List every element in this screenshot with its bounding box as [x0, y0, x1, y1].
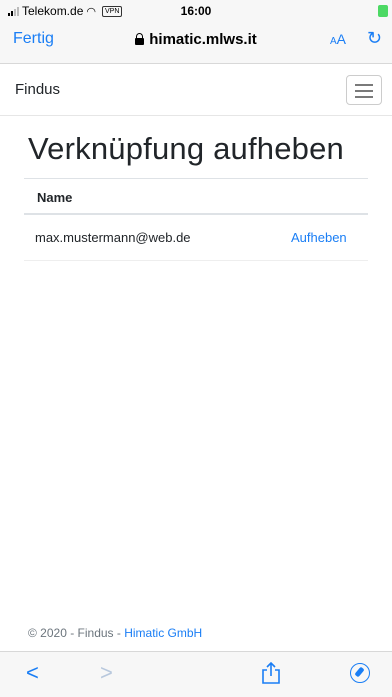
- hamburger-icon[interactable]: [346, 75, 382, 105]
- footer-link[interactable]: Himatic GmbH: [124, 626, 202, 640]
- text-size-button[interactable]: AA: [330, 31, 346, 47]
- table-header-name: Name: [24, 178, 368, 215]
- footer: © 2020 - Findus - Himatic GmbH: [28, 626, 202, 640]
- battery-icon: [378, 5, 388, 17]
- accounts-table: Name max.mustermann@web.de Aufheben: [24, 178, 368, 261]
- share-icon[interactable]: [260, 661, 282, 685]
- reload-icon[interactable]: ↻: [367, 28, 382, 49]
- back-icon[interactable]: <: [26, 660, 39, 686]
- unlink-button[interactable]: Aufheben: [291, 230, 347, 245]
- compass-icon[interactable]: [350, 663, 370, 683]
- status-bar: Telekom.de ◠ VPN 16:00: [0, 0, 392, 22]
- forward-icon[interactable]: >: [100, 660, 113, 686]
- table-row: max.mustermann@web.de Aufheben: [24, 215, 368, 261]
- account-email: max.mustermann@web.de: [35, 230, 191, 245]
- url-text: himatic.mlws.it: [149, 31, 257, 48]
- browser-top-bar: Fertig himatic.mlws.it AA ↻: [0, 22, 392, 64]
- browser-toolbar: < >: [0, 651, 392, 697]
- site-navbar: Findus: [0, 64, 392, 116]
- footer-text: © 2020 - Findus -: [28, 626, 125, 640]
- page-title: Verknüpfung aufheben: [28, 131, 344, 166]
- status-time: 16:00: [180, 4, 212, 18]
- lock-icon: [135, 33, 145, 45]
- navbar-brand[interactable]: Findus: [15, 81, 60, 98]
